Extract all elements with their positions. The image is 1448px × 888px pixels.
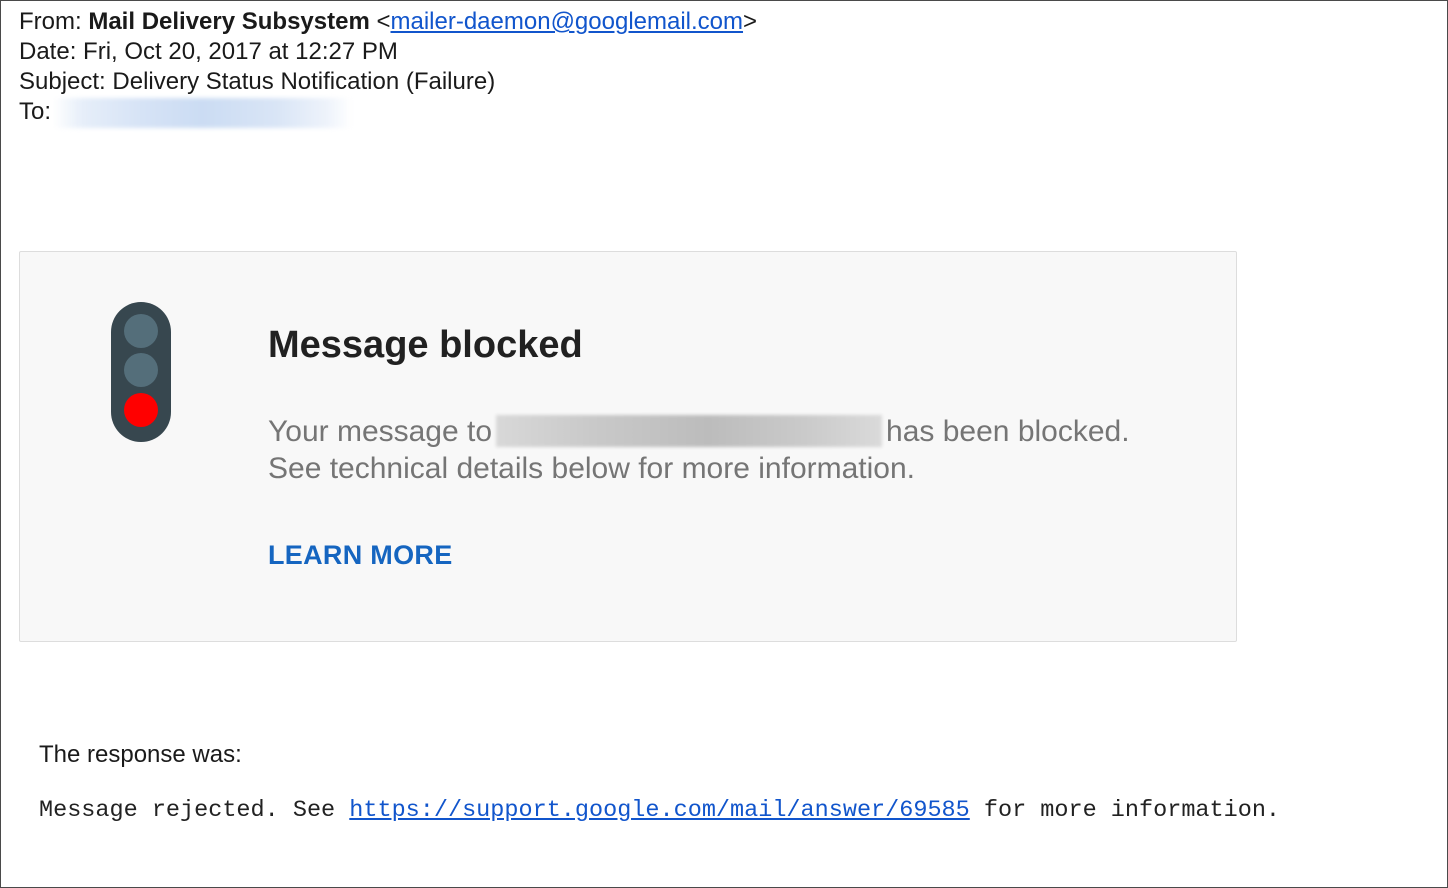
message-blocked-card: Message blocked Your message to has been … bbox=[19, 251, 1237, 642]
body-prefix: Your message to bbox=[268, 415, 493, 448]
card-body-line2: See technical details below for more inf… bbox=[268, 452, 915, 486]
sender-email-link[interactable]: mailer-daemon@googlemail.com bbox=[391, 8, 744, 35]
email-view: From: Mail Delivery Subsystem <mailer-da… bbox=[0, 0, 1448, 888]
card-title: Message blocked bbox=[268, 324, 583, 366]
email-bracket-open: < bbox=[376, 8, 391, 35]
lamp-off-icon bbox=[124, 314, 158, 348]
card-body-line1: Your message to has been blocked. bbox=[268, 414, 1130, 451]
card-body: Your message to has been blocked. See tec… bbox=[268, 414, 1130, 487]
sender-name: Mail Delivery Subsystem bbox=[88, 8, 370, 35]
to-label: To: bbox=[19, 98, 52, 125]
subject-value: Delivery Status Notification (Failure) bbox=[112, 68, 496, 95]
response-label: The response was: bbox=[39, 741, 242, 768]
date-label: Date: bbox=[19, 38, 77, 65]
response-message: Message rejected. See https://support.go… bbox=[39, 797, 1280, 824]
to-row: To: bbox=[19, 97, 757, 128]
subject-label: Subject: bbox=[19, 68, 106, 95]
traffic-light-red-icon bbox=[111, 302, 171, 442]
support-link[interactable]: https://support.google.com/mail/answer/6… bbox=[349, 797, 970, 824]
lamp-off-icon bbox=[124, 353, 158, 387]
response-suffix: for more information. bbox=[983, 797, 1281, 824]
email-header: From: Mail Delivery Subsystem <mailer-da… bbox=[19, 7, 757, 128]
body-suffix: has been blocked. bbox=[886, 415, 1130, 448]
from-row: From: Mail Delivery Subsystem <mailer-da… bbox=[19, 7, 757, 37]
response-prefix: Message rejected. See bbox=[39, 797, 336, 824]
redacted-to-address bbox=[53, 97, 352, 128]
learn-more-link[interactable]: LEARN MORE bbox=[268, 540, 453, 571]
subject-row: Subject: Delivery Status Notification (F… bbox=[19, 67, 757, 97]
lamp-red-icon bbox=[124, 393, 158, 427]
redacted-recipient bbox=[496, 415, 883, 448]
date-value: Fri, Oct 20, 2017 at 12:27 PM bbox=[83, 38, 398, 65]
date-row: Date: Fri, Oct 20, 2017 at 12:27 PM bbox=[19, 37, 757, 67]
email-bracket-close: > bbox=[743, 8, 758, 35]
from-label: From: bbox=[19, 8, 82, 35]
